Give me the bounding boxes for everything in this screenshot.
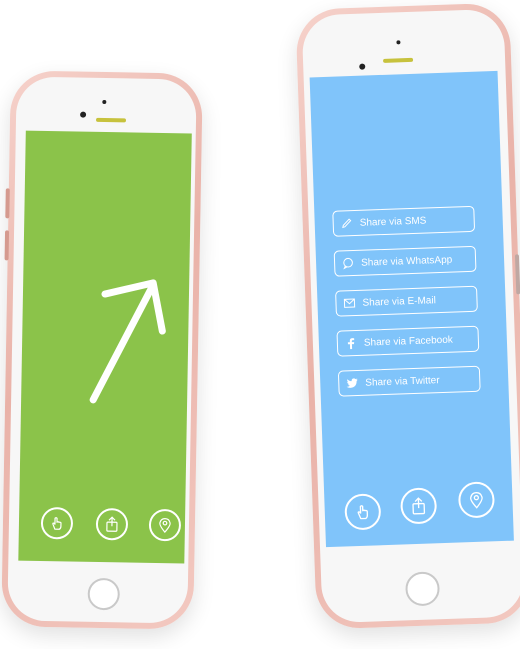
chat-bubble-icon	[338, 257, 358, 270]
right-phone-screen: Share via SMS Share via WhatsApp Share v…	[309, 70, 514, 548]
tap-hand-icon	[52, 517, 62, 530]
left-phone-speaker	[95, 117, 127, 123]
share-whatsapp-button[interactable]: Share via WhatsApp	[333, 245, 477, 277]
location-pin-icon	[470, 492, 483, 509]
left-phone-screen	[18, 130, 192, 564]
share-twitter-button[interactable]: Share via Twitter	[337, 365, 481, 397]
share-icon	[106, 516, 118, 532]
tap-hand-button[interactable]	[344, 493, 382, 531]
left-phone-sensor	[102, 99, 107, 105]
left-phone-camera	[80, 111, 87, 118]
share-email-label: Share via E-Mail	[362, 294, 437, 309]
share-email-button[interactable]: Share via E-Mail	[335, 285, 478, 317]
left-phone-volume-down	[4, 230, 10, 261]
share-sms-button[interactable]: Share via SMS	[332, 205, 476, 237]
left-phone	[1, 70, 203, 630]
twitter-icon	[342, 378, 362, 389]
share-facebook-label: Share via Facebook	[363, 334, 453, 349]
left-phone-volume-up	[5, 188, 10, 219]
share-whatsapp-label: Share via WhatsApp	[360, 254, 453, 269]
share-sms-label: Share via SMS	[359, 214, 427, 229]
envelope-icon	[339, 298, 359, 309]
location-button[interactable]	[457, 481, 496, 519]
share-facebook-button[interactable]: Share via Facebook	[336, 325, 480, 357]
share-button[interactable]	[400, 487, 438, 525]
pencil-icon	[337, 217, 357, 230]
facebook-icon	[341, 337, 361, 350]
right-phone: Share via SMS Share via WhatsApp Share v…	[295, 2, 520, 630]
location-pin-icon	[159, 518, 171, 534]
right-phone-power-button	[514, 254, 520, 295]
share-icon	[412, 497, 426, 515]
share-twitter-label: Share via Twitter	[365, 374, 440, 389]
arrow-up-right-icon	[89, 279, 166, 404]
tap-hand-icon	[357, 505, 369, 520]
